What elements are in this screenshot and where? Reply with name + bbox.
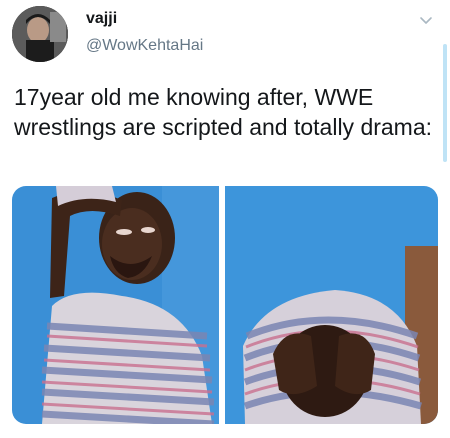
user-avatar[interactable] (12, 6, 68, 62)
tweet-text: 17year old me knowing after, WWE wrestli… (14, 84, 433, 140)
media-grid[interactable] (12, 186, 438, 424)
scrollbar[interactable] (443, 44, 447, 162)
media-image-right[interactable] (225, 186, 438, 424)
chevron-down-icon[interactable] (418, 12, 434, 28)
profile-photo (12, 6, 68, 62)
crying-boy-covering-face-photo (225, 186, 438, 424)
user-handle[interactable]: @WowKehtaHai (86, 37, 203, 55)
tweet-card: vajji @WowKehtaHai 17year old me knowing… (0, 0, 450, 438)
crying-boy-photo (12, 186, 219, 424)
display-name[interactable]: vajji (86, 10, 117, 28)
media-image-left[interactable] (12, 186, 219, 424)
